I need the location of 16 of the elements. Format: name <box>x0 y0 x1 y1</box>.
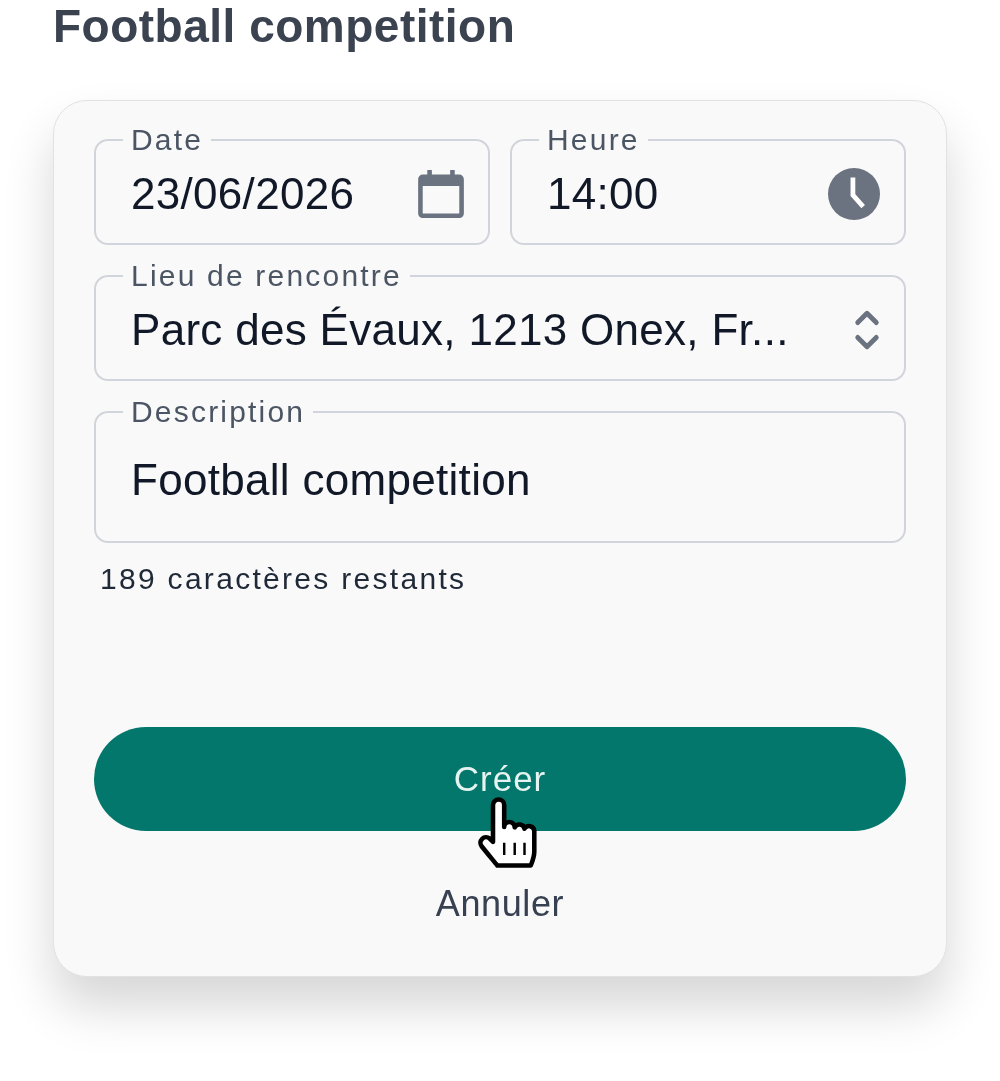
description-label: Description <box>130 397 307 427</box>
description-field[interactable]: Description Football competition <box>94 397 906 543</box>
create-button[interactable]: Créer <box>94 727 906 831</box>
clock-icon[interactable] <box>828 168 880 220</box>
calendar-icon[interactable] <box>418 170 464 218</box>
time-value: 14:00 <box>547 169 659 219</box>
location-label: Lieu de rencontre <box>130 261 403 291</box>
cancel-button[interactable]: Annuler <box>435 882 565 926</box>
description-value: Football competition <box>131 455 531 505</box>
date-value: 23/06/2026 <box>131 169 355 219</box>
characters-remaining-text: 189 caractères restants <box>100 562 467 595</box>
time-label: Heure <box>546 125 641 155</box>
date-label: Date <box>130 125 205 155</box>
location-select[interactable]: Lieu de rencontre Parc des Évaux, 1213 Onex, Fr... <box>94 261 906 381</box>
location-value: Parc des Évaux, 1213 Onex, Fr... <box>131 305 789 355</box>
page-title: Football competition <box>53 0 516 52</box>
